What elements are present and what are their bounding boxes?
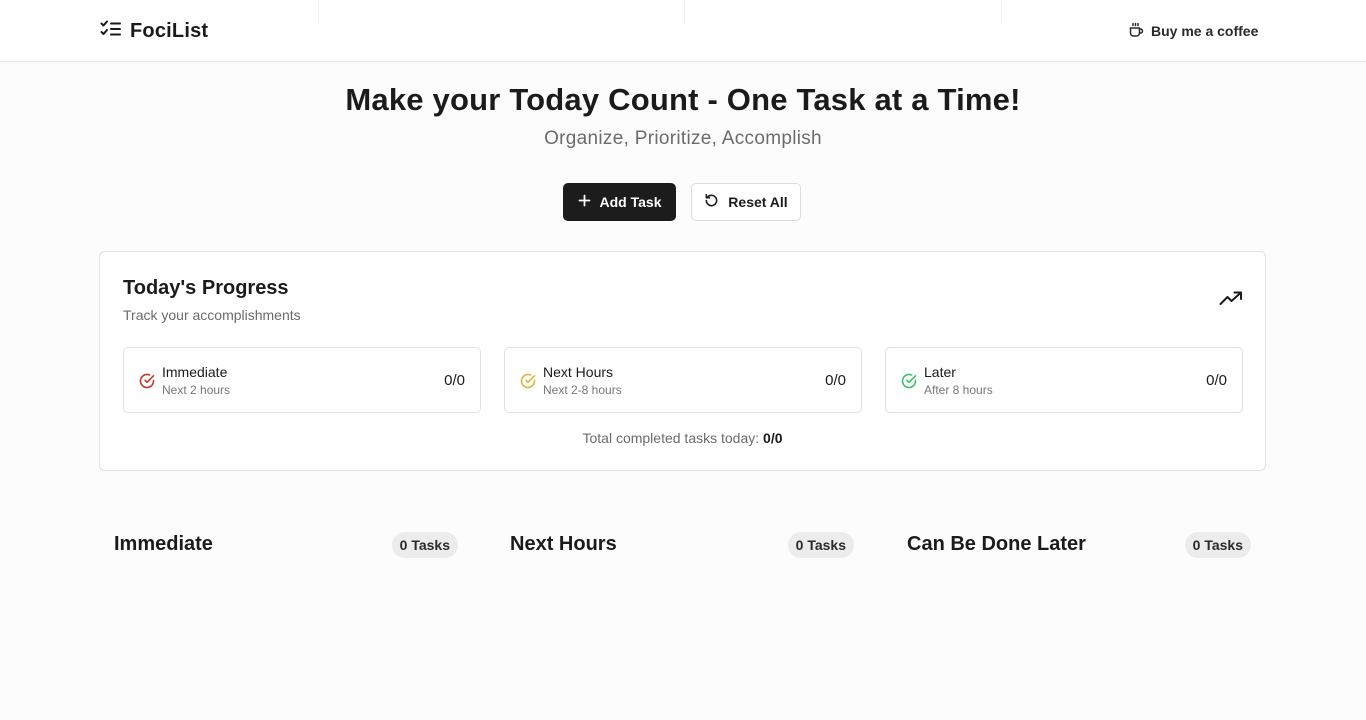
progress-title: Today's Progress — [123, 277, 289, 299]
add-task-button[interactable]: Add Task — [563, 183, 676, 221]
buy-coffee-link[interactable]: Buy me a coffee — [1128, 19, 1258, 43]
stat-count: 0/0 — [825, 372, 846, 389]
task-count-badge: 0 Tasks — [1184, 532, 1251, 558]
stat-description: Next 2-8 hours — [543, 383, 622, 397]
trending-up-icon — [1219, 290, 1243, 311]
column-header-later: Can Be Done Later 0 Tasks — [907, 532, 1251, 558]
brand-name: FociList — [130, 19, 209, 42]
reset-all-label: Reset All — [728, 194, 788, 210]
nav-divider — [318, 0, 319, 24]
column-header-next-hours: Next Hours 0 Tasks — [510, 532, 854, 558]
column-title: Can Be Done Later — [907, 533, 1086, 555]
stat-count: 0/0 — [1206, 372, 1227, 389]
reset-all-button[interactable]: Reset All — [691, 183, 801, 221]
stat-count: 0/0 — [444, 372, 465, 389]
stat-card-later: Later After 8 hours 0/0 — [885, 347, 1243, 413]
column-title: Next Hours — [510, 533, 617, 555]
stat-name: Next Hours — [543, 364, 614, 380]
stat-name: Later — [924, 364, 956, 380]
total-completed-label: Total completed tasks today: — [582, 430, 764, 446]
coffee-icon — [1128, 22, 1144, 41]
total-completed: Total completed tasks today: 0/0 — [100, 430, 1265, 446]
nav-divider — [1001, 0, 1002, 24]
rotate-ccw-icon — [704, 193, 719, 211]
progress-subtitle: Track your accomplishments — [123, 307, 301, 323]
brand-logo-link[interactable]: FociList — [100, 18, 208, 44]
plus-icon — [578, 194, 591, 210]
page-title: Make your Today Count - One Task at a Ti… — [345, 82, 1021, 117]
task-count-badge: 0 Tasks — [391, 532, 458, 558]
column-header-immediate: Immediate 0 Tasks — [114, 532, 458, 558]
navbar: FociList Buy me a coffee — [0, 0, 1366, 62]
stat-name: Immediate — [162, 364, 228, 380]
list-checks-icon — [100, 19, 122, 44]
nav-divider — [684, 0, 685, 24]
total-completed-value: 0/0 — [763, 430, 783, 446]
circle-check-icon — [901, 373, 917, 394]
task-count-badge: 0 Tasks — [787, 532, 854, 558]
page-subtitle: Organize, Prioritize, Accomplish — [544, 128, 822, 149]
progress-card: Today's Progress Track your accomplishme… — [99, 251, 1266, 471]
column-title: Immediate — [114, 533, 213, 555]
circle-check-icon — [139, 373, 155, 394]
stat-card-next-hours: Next Hours Next 2-8 hours 0/0 — [504, 347, 862, 413]
add-task-label: Add Task — [599, 194, 662, 210]
stat-card-immediate: Immediate Next 2 hours 0/0 — [123, 347, 481, 413]
circle-check-icon — [520, 373, 536, 394]
stat-description: Next 2 hours — [162, 383, 231, 397]
stat-description: After 8 hours — [924, 383, 993, 397]
buy-coffee-label: Buy me a coffee — [1151, 23, 1259, 39]
